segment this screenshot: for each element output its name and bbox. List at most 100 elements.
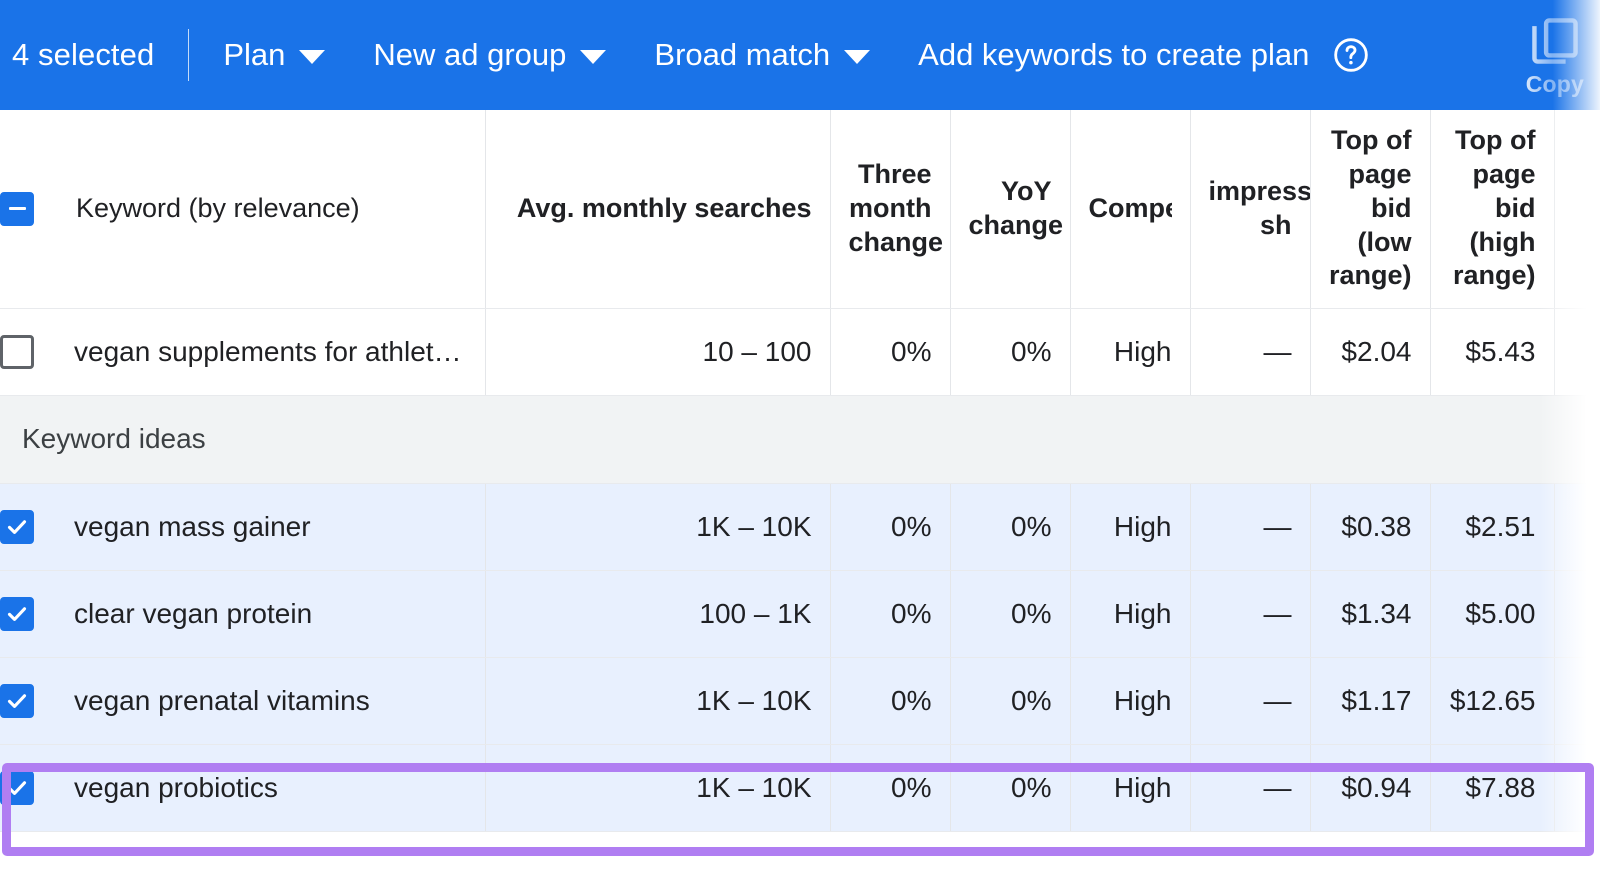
cell-yoy-change: 0% [950, 483, 1071, 571]
header-three-month-change[interactable]: Three month change [830, 110, 951, 309]
cell-keyword: clear vegan protein [0, 570, 486, 658]
select-all-checkbox[interactable] [0, 191, 34, 226]
cell-keyword-text: vegan probiotics [74, 771, 278, 803]
help-icon[interactable] [1331, 35, 1371, 75]
table-body: vegan supplements for athlet… 10 – 100 0… [0, 308, 1600, 832]
cell-keyword-text: vegan supplements for athlet… [74, 335, 462, 367]
row-checkbox[interactable] [0, 334, 34, 369]
chevron-down-icon [580, 50, 607, 64]
section-header-row: Keyword ideas [0, 395, 1600, 484]
copy-icon [1532, 17, 1578, 64]
header-keyword: Keyword (by relevance) [0, 110, 486, 309]
check-icon [7, 693, 27, 708]
cell-avg-monthly-searches: 10 – 100 [485, 308, 831, 396]
header-top-of-page-bid-low[interactable]: Top of page bid (low range) [1310, 110, 1431, 309]
cell-competition: High [1070, 657, 1191, 745]
cell-keyword: vegan mass gainer [0, 483, 486, 571]
cell-keyword: vegan prenatal vitamins [0, 657, 486, 745]
cell-three-month-change: 0% [830, 308, 951, 396]
header-competition-label: Compet [1088, 192, 1172, 223]
cell-ad-impression-share: — [1190, 657, 1311, 745]
table-row[interactable]: vegan supplements for athlet… 10 – 100 0… [0, 308, 1600, 396]
cell-top-of-page-bid-low: $2.04 [1310, 308, 1431, 396]
cell-avg-monthly-searches: 100 – 1K [485, 570, 831, 658]
header-yoy-change[interactable]: YoY change [950, 110, 1071, 309]
cell-ad-impression-share: — [1190, 570, 1311, 658]
copy-button[interactable]: Copy [1526, 0, 1584, 110]
cell-avg-monthly-searches: 1K – 10K [485, 744, 831, 832]
cell-competition: High [1070, 570, 1191, 658]
cell-ad-impression-share: — [1190, 308, 1311, 396]
cell-ad-impression-share: — [1190, 483, 1311, 571]
header-extra-column [1554, 110, 1600, 309]
add-keywords-to-create-plan-button[interactable]: Add keywords to create plan [918, 37, 1309, 73]
section-header-label: Keyword ideas [0, 395, 1600, 484]
cell-extra [1554, 744, 1600, 832]
cell-extra [1554, 483, 1600, 571]
check-icon [7, 780, 27, 795]
chevron-down-icon [299, 50, 326, 64]
cell-avg-monthly-searches: 1K – 10K [485, 657, 831, 745]
selected-count-label: 4 selected [12, 37, 155, 72]
cell-yoy-change: 0% [950, 308, 1071, 396]
cell-top-of-page-bid-high: $7.88 [1430, 744, 1555, 832]
cell-three-month-change: 0% [830, 657, 951, 745]
cell-yoy-change: 0% [950, 570, 1071, 658]
table-header-row: Keyword (by relevance) Avg. monthly sear… [0, 110, 1600, 309]
cell-competition: High [1070, 308, 1191, 396]
cell-top-of-page-bid-low: $0.38 [1310, 483, 1431, 571]
cell-top-of-page-bid-low: $0.94 [1310, 744, 1431, 832]
cell-keyword: vegan supplements for athlet… [0, 308, 486, 396]
table-row[interactable]: vegan probiotics 1K – 10K 0% 0% High — $… [0, 744, 1600, 832]
check-icon [7, 606, 27, 621]
new-ad-group-dropdown[interactable]: New ad group [373, 37, 607, 73]
cell-keyword: vegan probiotics [0, 744, 486, 832]
toolbar-divider [188, 29, 190, 81]
table-row[interactable]: vegan prenatal vitamins 1K – 10K 0% 0% H… [0, 657, 1600, 745]
cell-competition: High [1070, 483, 1191, 571]
cell-extra [1554, 308, 1600, 396]
cell-extra [1554, 570, 1600, 658]
header-avg-monthly-searches[interactable]: Avg. monthly searches [485, 110, 831, 309]
cell-top-of-page-bid-high: $12.65 [1430, 657, 1555, 745]
header-ad-impression-share-label: impresss sh [1208, 176, 1310, 240]
cell-keyword-text: clear vegan protein [74, 597, 313, 629]
header-ad-impression-share[interactable]: impresss sh [1190, 110, 1311, 309]
cell-yoy-change: 0% [950, 657, 1071, 745]
keyword-table-container: Keyword (by relevance) Avg. monthly sear… [0, 110, 1600, 879]
cell-yoy-change: 0% [950, 744, 1071, 832]
cell-top-of-page-bid-low: $1.34 [1310, 570, 1431, 658]
match-type-label: Broad match [654, 37, 831, 72]
table-row[interactable]: clear vegan protein 100 – 1K 0% 0% High … [0, 570, 1600, 658]
header-keyword-label: Keyword (by relevance) [76, 192, 360, 223]
cell-avg-monthly-searches: 1K – 10K [485, 483, 831, 571]
cell-top-of-page-bid-low: $1.17 [1310, 657, 1431, 745]
cell-top-of-page-bid-high: $2.51 [1430, 483, 1555, 571]
cell-three-month-change: 0% [830, 570, 951, 658]
plan-dropdown-label: Plan [223, 37, 286, 72]
header-competition[interactable]: Compet [1070, 110, 1191, 309]
table-row[interactable]: vegan mass gainer 1K – 10K 0% 0% High — … [0, 483, 1600, 571]
cell-top-of-page-bid-high: $5.43 [1430, 308, 1555, 396]
row-checkbox[interactable] [0, 596, 34, 631]
cell-competition: High [1070, 744, 1191, 832]
row-checkbox[interactable] [0, 770, 34, 805]
header-top-of-page-bid-high[interactable]: Top of page bid (high range) [1430, 110, 1555, 309]
plan-dropdown[interactable]: Plan [223, 37, 326, 73]
copy-button-label: Copy [1525, 70, 1584, 97]
match-type-dropdown[interactable]: Broad match [654, 37, 871, 73]
row-checkbox[interactable] [0, 509, 34, 544]
cell-three-month-change: 0% [830, 483, 951, 571]
bulk-action-toolbar: 4 selected Plan New ad group Broad match… [0, 0, 1600, 110]
keyword-ideas-table: Keyword (by relevance) Avg. monthly sear… [0, 110, 1600, 832]
cell-ad-impression-share: — [1190, 744, 1311, 832]
table-head: Keyword (by relevance) Avg. monthly sear… [0, 110, 1600, 309]
cell-three-month-change: 0% [830, 744, 951, 832]
new-ad-group-label: New ad group [373, 37, 567, 72]
cell-keyword-text: vegan prenatal vitamins [74, 684, 370, 716]
cell-top-of-page-bid-high: $5.00 [1430, 570, 1555, 658]
cell-keyword-text: vegan mass gainer [74, 510, 311, 542]
row-checkbox[interactable] [0, 683, 34, 718]
chevron-down-icon [844, 50, 871, 64]
check-icon [7, 519, 27, 534]
